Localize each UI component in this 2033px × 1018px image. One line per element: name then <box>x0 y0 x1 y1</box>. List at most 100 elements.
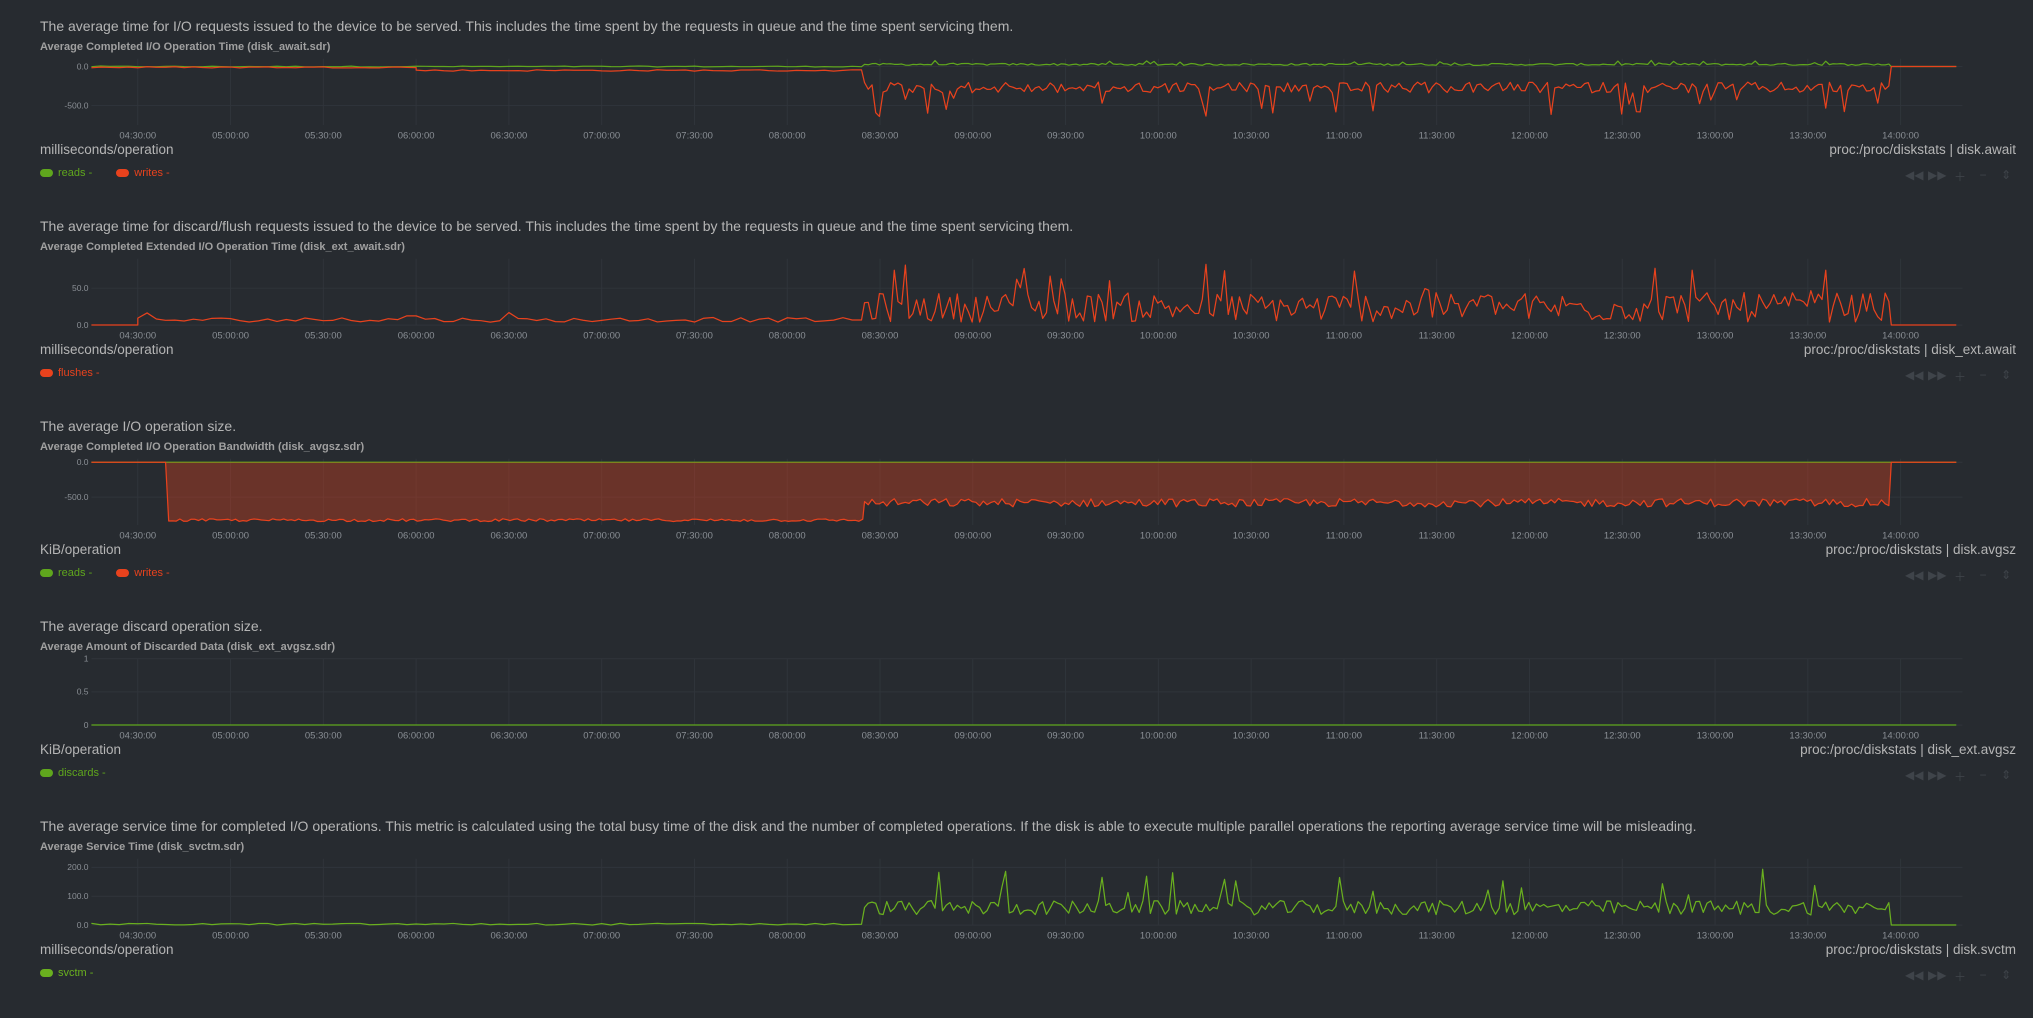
x-tick-label: 07:00:00 <box>583 530 620 541</box>
resize-icon[interactable]: ⇕ <box>1997 968 2015 985</box>
x-tick-label: 09:00:00 <box>954 530 991 541</box>
x-tick-label: 10:30:00 <box>1233 130 1270 141</box>
zoom-in-icon[interactable]: ＋ <box>1951 168 1969 185</box>
y-tick-label: 1 <box>84 654 89 664</box>
chart-legend: discards - <box>40 767 106 779</box>
x-tick-label: 04:30:00 <box>119 930 156 941</box>
x-tick-label: 13:30:00 <box>1789 730 1826 741</box>
x-tick-label: 07:30:00 <box>676 130 713 141</box>
x-tick-label: 08:00:00 <box>769 930 806 941</box>
x-tick-label: 08:00:00 <box>769 330 806 341</box>
x-tick-label: 06:00:00 <box>398 530 435 541</box>
chart-panel: The average discard operation size. Aver… <box>0 618 2033 818</box>
legend-item[interactable]: discards - <box>40 767 106 779</box>
x-tick-label: 05:30:00 <box>305 330 342 341</box>
resize-icon[interactable]: ⇕ <box>1997 568 2015 585</box>
zoom-out-icon[interactable]: − <box>1974 168 1992 185</box>
legend-swatch <box>40 569 53 577</box>
x-tick-label: 14:00:00 <box>1882 530 1919 541</box>
chart-plot[interactable]: 04:30:0005:00:0005:30:0006:00:0006:30:00… <box>0 854 2033 944</box>
pan-right-icon[interactable]: ▶▶ <box>1928 168 1946 185</box>
x-tick-label: 04:30:00 <box>119 330 156 341</box>
x-tick-label: 06:30:00 <box>490 330 527 341</box>
pan-right-icon[interactable]: ▶▶ <box>1928 368 1946 385</box>
x-tick-label: 08:30:00 <box>862 530 899 541</box>
zoom-out-icon[interactable]: − <box>1974 768 1992 785</box>
pan-left-icon[interactable]: ◀◀ <box>1905 168 1923 185</box>
resize-icon[interactable]: ⇕ <box>1997 168 2015 185</box>
y-tick-label: 0.0 <box>77 920 89 930</box>
pan-right-icon[interactable]: ▶▶ <box>1928 768 1946 785</box>
x-tick-label: 08:30:00 <box>862 330 899 341</box>
chart-plot[interactable]: 04:30:0005:00:0005:30:0006:00:0006:30:00… <box>0 254 2033 344</box>
x-tick-label: 12:30:00 <box>1604 730 1641 741</box>
zoom-out-icon[interactable]: − <box>1974 568 1992 585</box>
legend-item[interactable]: svctm - <box>40 967 93 979</box>
x-tick-label: 13:00:00 <box>1697 930 1734 941</box>
chart-context: proc:/proc/diskstats | disk.avgsz <box>1826 542 2016 557</box>
chart-panel: The average I/O operation size. Average … <box>0 418 2033 618</box>
chart-description: The average service time for completed I… <box>40 818 1696 834</box>
legend-item[interactable]: writes - <box>116 167 169 179</box>
chart-plot[interactable]: 04:30:0005:00:0005:30:0006:00:0006:30:00… <box>0 454 2033 544</box>
zoom-in-icon[interactable]: ＋ <box>1951 568 1969 585</box>
chart-plot[interactable]: 04:30:0005:00:0005:30:0006:00:0006:30:00… <box>0 54 2033 144</box>
chart-description: The average time for I/O requests issued… <box>40 18 1013 34</box>
zoom-out-icon[interactable]: − <box>1974 968 1992 985</box>
x-tick-label: 08:30:00 <box>862 130 899 141</box>
legend-item[interactable]: writes - <box>116 567 169 579</box>
y-tick-label: 50.0 <box>72 283 89 293</box>
x-tick-label: 07:00:00 <box>583 730 620 741</box>
x-tick-label: 04:30:00 <box>119 530 156 541</box>
x-tick-label: 07:30:00 <box>676 330 713 341</box>
x-tick-label: 05:30:00 <box>305 730 342 741</box>
legend-item[interactable]: reads - <box>40 567 92 579</box>
pan-left-icon[interactable]: ◀◀ <box>1905 568 1923 585</box>
x-tick-label: 13:30:00 <box>1789 530 1826 541</box>
x-tick-label: 08:00:00 <box>769 730 806 741</box>
zoom-out-icon[interactable]: − <box>1974 368 1992 385</box>
x-tick-label: 12:30:00 <box>1604 930 1641 941</box>
resize-icon[interactable]: ⇕ <box>1997 368 2015 385</box>
chart-plot[interactable]: 04:30:0005:00:0005:30:0006:00:0006:30:00… <box>0 654 2033 744</box>
x-tick-label: 11:00:00 <box>1326 930 1362 941</box>
pan-right-icon[interactable]: ▶▶ <box>1928 968 1946 985</box>
x-tick-label: 11:00:00 <box>1326 330 1362 341</box>
x-tick-label: 05:00:00 <box>212 530 249 541</box>
x-tick-label: 08:30:00 <box>862 730 899 741</box>
y-tick-label: 0.0 <box>77 61 89 71</box>
legend-item[interactable]: reads - <box>40 167 92 179</box>
chart-title: Average Completed I/O Operation Time (di… <box>40 41 330 53</box>
chart-panel: The average service time for completed I… <box>0 818 2033 1018</box>
x-tick-label: 13:30:00 <box>1789 930 1826 941</box>
x-tick-label: 07:00:00 <box>583 930 620 941</box>
x-tick-label: 11:30:00 <box>1419 730 1455 741</box>
zoom-in-icon[interactable]: ＋ <box>1951 768 1969 785</box>
chart-controls: ◀◀ ▶▶ ＋ − ⇕ <box>1905 368 2015 385</box>
y-tick-label: 100.0 <box>67 891 89 901</box>
pan-left-icon[interactable]: ◀◀ <box>1905 368 1923 385</box>
x-tick-label: 13:00:00 <box>1697 130 1734 141</box>
y-tick-label: -500.0 <box>64 492 88 502</box>
x-tick-label: 11:30:00 <box>1419 130 1455 141</box>
legend-label: svctm - <box>58 967 93 979</box>
zoom-in-icon[interactable]: ＋ <box>1951 968 1969 985</box>
x-tick-label: 06:30:00 <box>490 930 527 941</box>
pan-left-icon[interactable]: ◀◀ <box>1905 768 1923 785</box>
chart-controls: ◀◀ ▶▶ ＋ − ⇕ <box>1905 168 2015 185</box>
pan-left-icon[interactable]: ◀◀ <box>1905 968 1923 985</box>
pan-right-icon[interactable]: ▶▶ <box>1928 568 1946 585</box>
zoom-in-icon[interactable]: ＋ <box>1951 368 1969 385</box>
x-tick-label: 12:30:00 <box>1604 130 1641 141</box>
chart-units: KiB/operation <box>40 742 121 757</box>
x-tick-label: 06:00:00 <box>398 330 435 341</box>
legend-item[interactable]: flushes - <box>40 367 100 379</box>
legend-swatch <box>40 369 53 377</box>
x-tick-label: 13:00:00 <box>1697 330 1734 341</box>
y-tick-label: 200.0 <box>67 862 89 872</box>
resize-icon[interactable]: ⇕ <box>1997 768 2015 785</box>
x-tick-label: 13:00:00 <box>1697 530 1734 541</box>
x-tick-label: 10:00:00 <box>1140 930 1177 941</box>
x-tick-label: 06:00:00 <box>398 730 435 741</box>
x-tick-label: 11:00:00 <box>1326 530 1362 541</box>
